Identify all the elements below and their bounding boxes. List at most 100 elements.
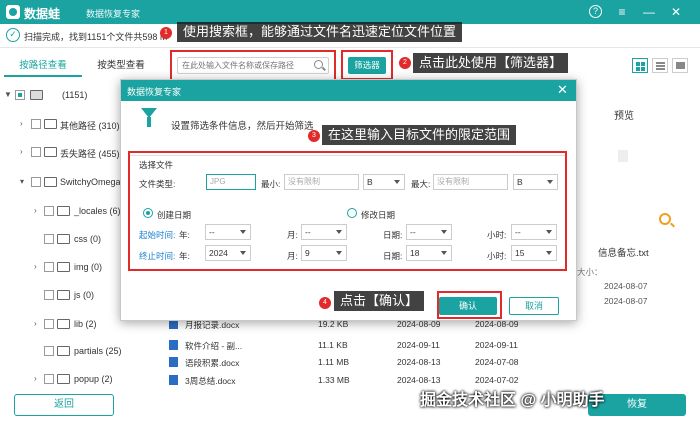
drive-icon <box>30 90 43 100</box>
tree-item-label: _locales (6) <box>74 206 121 216</box>
file-modified: 2024-07-08 <box>475 357 519 367</box>
file-size: 1.33 MB <box>318 375 350 385</box>
expand-right-icon[interactable]: › <box>20 119 23 128</box>
expand-right-icon[interactable]: › <box>20 147 23 156</box>
callout-4: 点击【确认】 <box>334 291 425 311</box>
folder-icon <box>57 319 70 329</box>
tree-item-label: SwitchyOmega <box>60 177 121 187</box>
funnel-icon <box>141 108 157 127</box>
file-created: 2024-09-11 <box>397 340 440 350</box>
tree-item-label: 丢失路径 (455) <box>60 149 120 159</box>
back-button[interactable]: 返回 <box>14 394 114 416</box>
watermark: 掘金技术社区 @ 小明助手 <box>420 392 605 409</box>
meta-created: 2024-08-07 <box>604 281 648 291</box>
folder-icon <box>57 290 70 300</box>
highlight-filter <box>341 50 393 80</box>
app-name: 数据蛙 <box>24 7 61 21</box>
file-size: 1.11 MB <box>318 357 350 367</box>
tree-item-label: (1151) <box>62 90 88 100</box>
expand-down-icon[interactable]: ▼ <box>4 90 12 99</box>
tree-item-label: js (0) <box>74 290 94 300</box>
tree-item[interactable]: › popup (2) <box>0 368 165 390</box>
folder-icon <box>57 234 70 244</box>
file-name: 3周总结.docx <box>185 376 236 386</box>
tree-checkbox[interactable] <box>44 234 54 244</box>
frog-logo-icon <box>6 5 20 19</box>
expand-right-icon[interactable]: › <box>34 206 37 215</box>
tab-by-path[interactable]: 按路径查看 <box>4 55 82 77</box>
word-file-icon <box>169 375 178 385</box>
meta-modified: 2024-08-07 <box>604 296 648 306</box>
dialog-title: 数据恢复专家 <box>127 87 182 97</box>
file-modified: 2024-09-11 <box>475 340 518 350</box>
file-name: 软件介绍 - 副... <box>185 341 243 351</box>
folder-icon <box>44 119 57 129</box>
dialog-close-icon[interactable]: ✕ <box>557 82 568 98</box>
highlight-search <box>170 50 336 81</box>
minimize-icon[interactable]: — <box>641 4 657 20</box>
grid-view-icon[interactable] <box>632 58 648 73</box>
cancel-button[interactable]: 取消 <box>509 297 559 315</box>
tree-checkbox[interactable] <box>15 90 25 100</box>
magnifier-icon[interactable] <box>659 213 671 225</box>
expand-down-icon[interactable]: ▾ <box>20 177 24 186</box>
folder-icon <box>57 262 70 272</box>
dialog-description: 设置筛选条件信息，然后开始筛选 <box>171 121 314 132</box>
file-size: 11.1 KB <box>318 340 348 350</box>
check-circle-icon: ✓ <box>6 28 20 42</box>
tree-checkbox[interactable] <box>44 374 54 384</box>
callout-3: 在这里输入目标文件的限定范围 <box>322 125 517 145</box>
tab-by-type[interactable]: 按类型查看 <box>82 55 160 77</box>
detail-view-icon[interactable] <box>672 58 688 73</box>
file-row[interactable]: 软件介绍 - 副... 11.1 KB 2024-09-11 2024-09-1… <box>163 339 563 352</box>
step-badge-2: 2 <box>399 57 411 69</box>
highlight-confirm <box>437 291 502 319</box>
tree-item-label: css (0) <box>74 234 101 244</box>
document-icon <box>618 150 628 162</box>
folder-icon <box>57 374 70 384</box>
folder-icon <box>57 346 70 356</box>
menu-icon[interactable]: ≡ <box>614 4 630 20</box>
tree-item-label: lib (2) <box>74 319 97 329</box>
file-created: 2024-08-13 <box>397 357 441 367</box>
dialog-header: 数据恢复专家 ✕ <box>121 80 576 101</box>
file-row[interactable]: 语段积累.docx 1.11 MB 2024-08-13 2024-07-08 <box>163 356 563 369</box>
list-view-icon[interactable] <box>652 58 668 73</box>
step-badge-3: 3 <box>308 130 320 142</box>
tree-checkbox[interactable] <box>44 346 54 356</box>
tree-checkbox[interactable] <box>31 147 41 157</box>
expand-right-icon[interactable]: › <box>34 262 37 271</box>
meta-size-label: 大小： <box>577 267 603 277</box>
file-name: 语段积累.docx <box>185 358 240 368</box>
tree-checkbox[interactable] <box>44 262 54 272</box>
callout-2: 点击此处使用【筛选器】 <box>413 53 569 73</box>
tree-checkbox[interactable] <box>44 290 54 300</box>
highlight-filter-range <box>128 151 567 271</box>
expand-right-icon[interactable]: › <box>34 319 37 328</box>
word-file-icon <box>169 340 178 350</box>
preview-title: 预览 <box>614 111 634 122</box>
preview-file-name: 信息备忘.txt <box>598 248 649 259</box>
tree-item-label: partials (25) <box>74 346 122 356</box>
tree-checkbox[interactable] <box>44 206 54 216</box>
callout-1: 使用搜索框，能够通过文件名迅速定位文件位置 <box>177 22 463 42</box>
view-tabs: 按路径查看 按类型查看 <box>0 55 165 77</box>
help-icon[interactable]: ? <box>589 5 602 18</box>
title-bar: 数据蛙 数据恢复专家 ? ≡ — ✕ <box>0 0 700 24</box>
file-created: 2024-08-13 <box>397 375 441 385</box>
folder-icon <box>44 147 57 157</box>
tree-item-label: img (0) <box>74 262 103 272</box>
tree-checkbox[interactable] <box>31 119 41 129</box>
word-file-icon <box>169 357 178 367</box>
close-icon[interactable]: ✕ <box>668 4 684 20</box>
tree-checkbox[interactable] <box>44 319 54 329</box>
folder-icon <box>44 177 57 187</box>
tree-checkbox[interactable] <box>31 177 41 187</box>
file-modified: 2024-07-02 <box>475 375 519 385</box>
scan-status: 扫描完成，找到1151个文件共598 M <box>24 32 168 42</box>
tree-item-label: 其他路径 (310) <box>60 121 120 131</box>
tree-item[interactable]: partials (25) <box>0 340 165 362</box>
app-subtitle: 数据恢复专家 <box>86 9 141 19</box>
step-badge-4: 4 <box>319 297 331 309</box>
expand-right-icon[interactable]: › <box>34 374 37 383</box>
